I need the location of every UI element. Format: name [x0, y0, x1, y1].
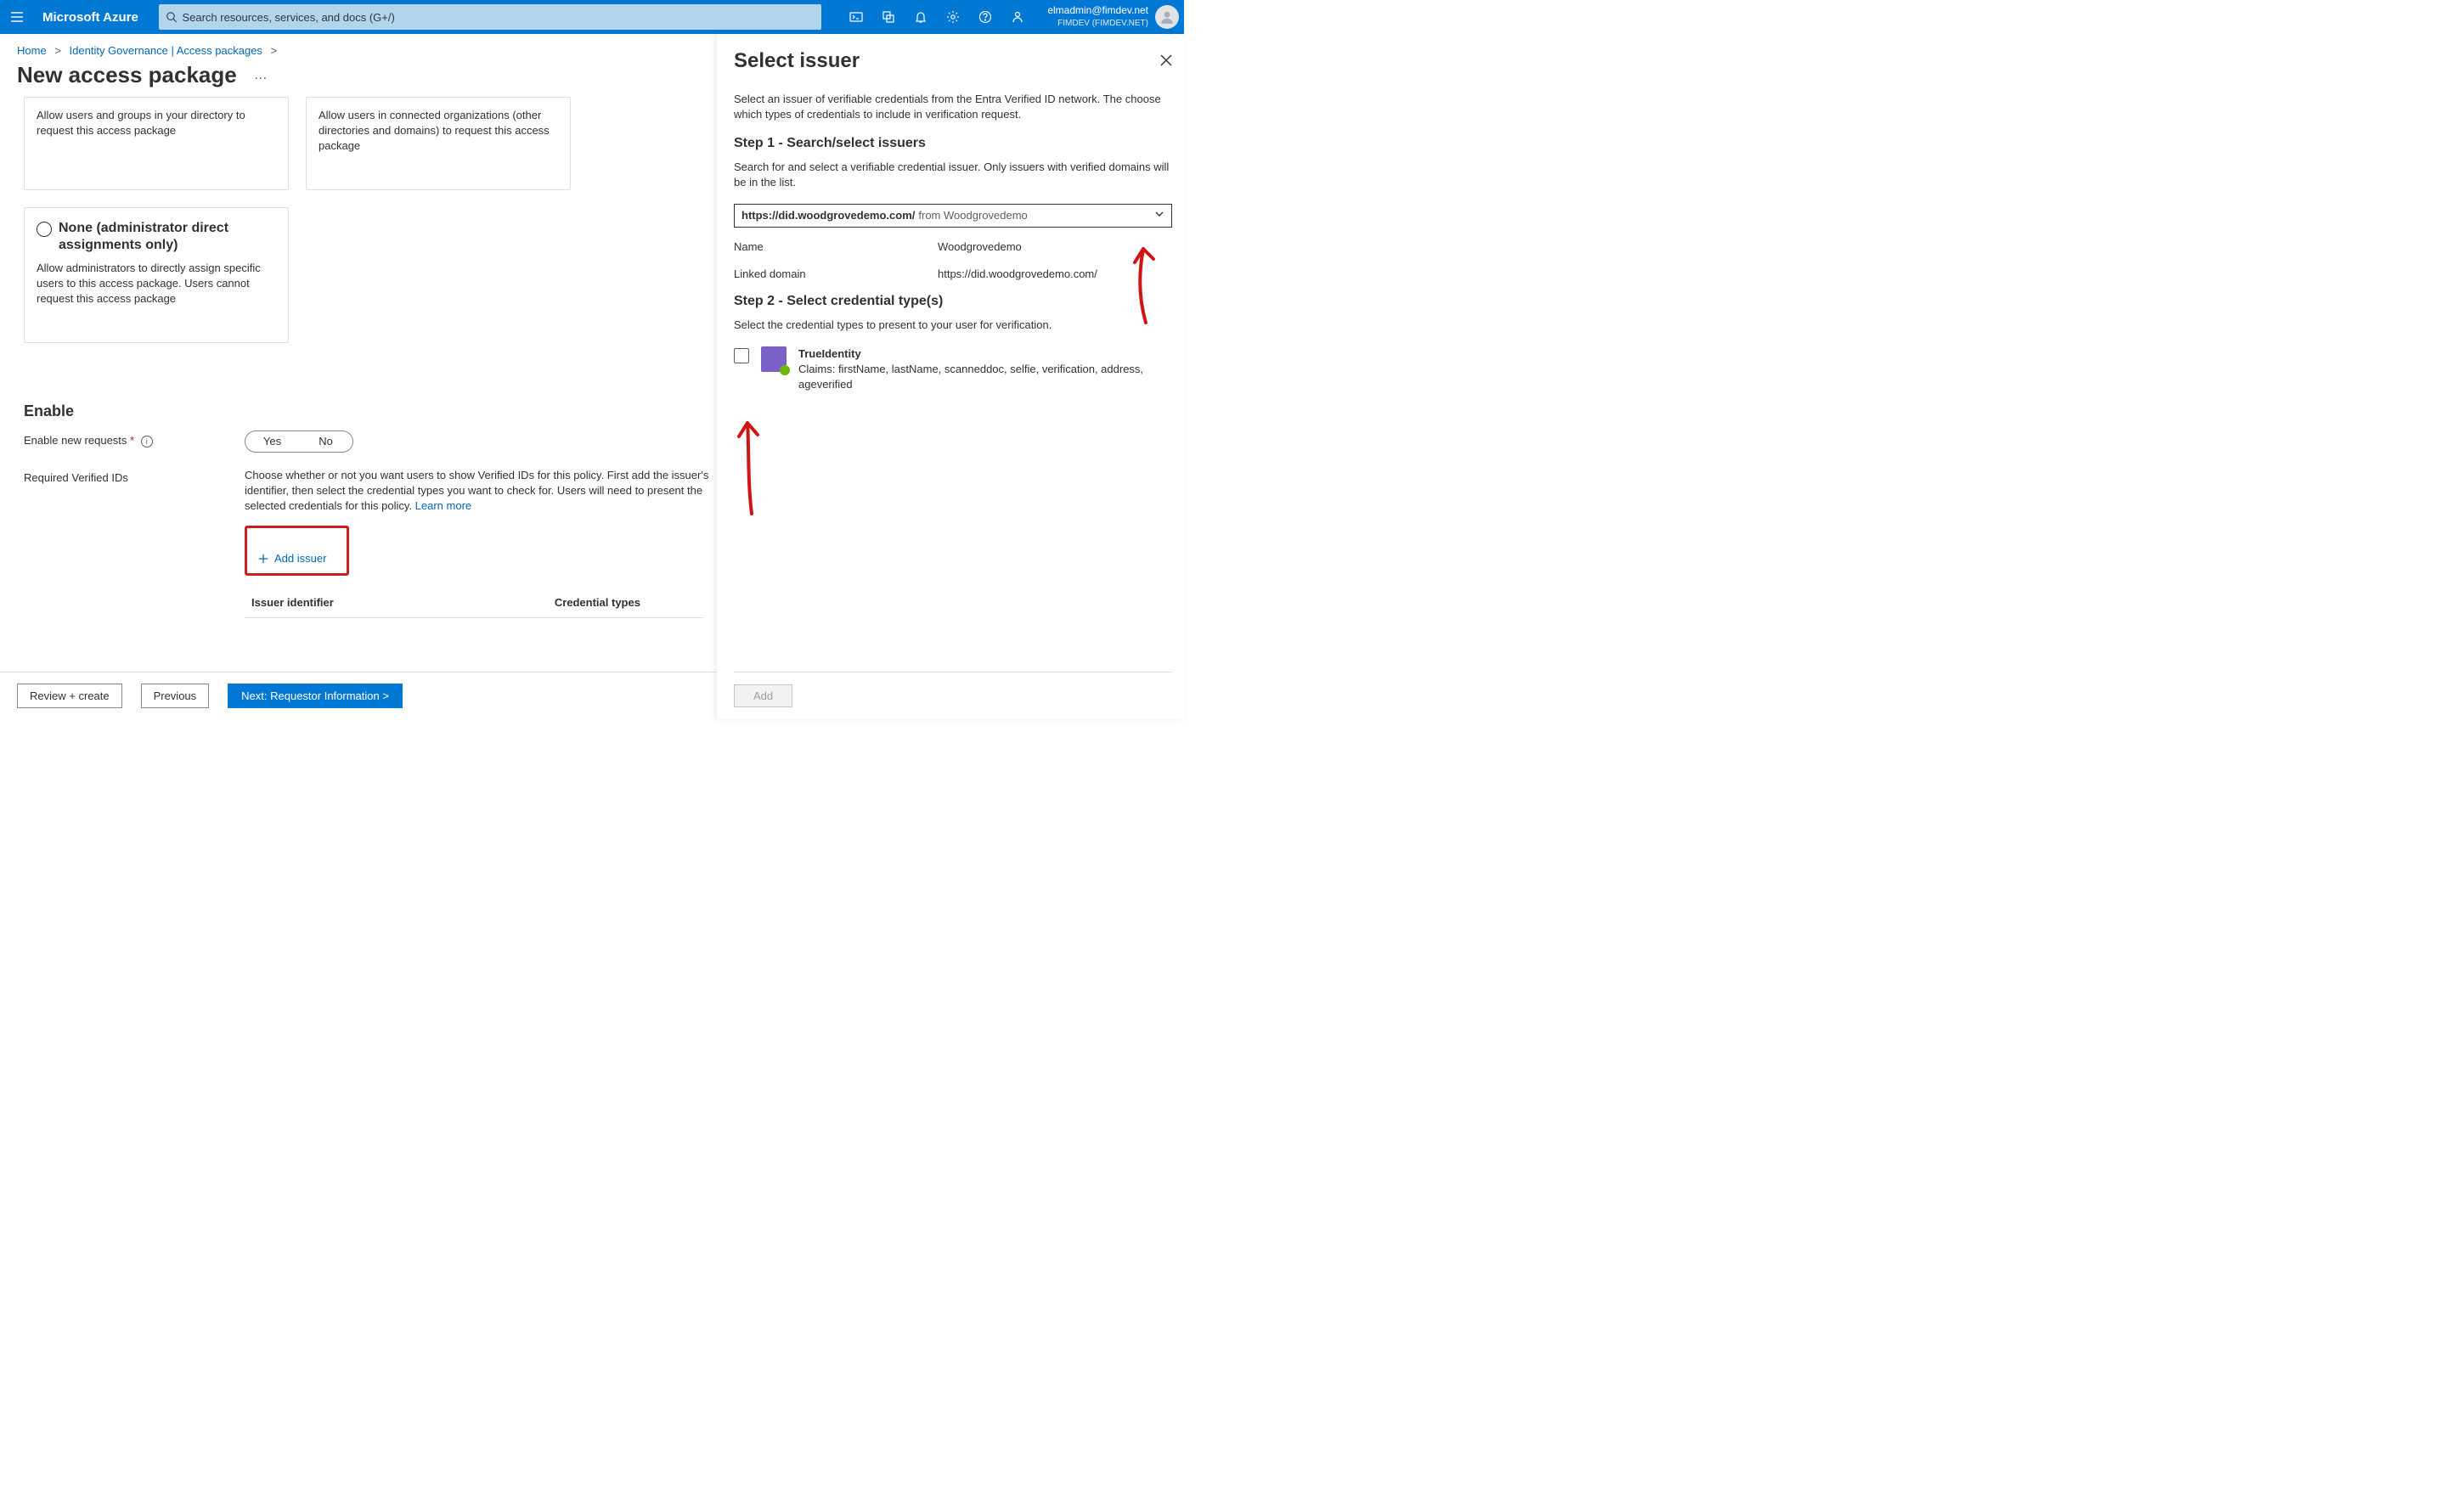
verified-ids-description: Choose whether or not you want users to … [245, 469, 708, 512]
col-credential-types: Credential types [555, 596, 640, 609]
chevron-right-icon: > [271, 44, 278, 57]
user-account[interactable]: elmadmin@fimdev.net FIMDEV (FIMDEV.NET) [1034, 4, 1184, 30]
highlight-annotation: Add issuer [245, 526, 349, 576]
chevron-down-icon [1154, 208, 1164, 223]
brand-label: Microsoft Azure [34, 10, 155, 25]
panel-intro: Select an issuer of verifiable credentia… [734, 92, 1172, 122]
toggle-no[interactable]: No [299, 431, 352, 452]
option-title: None (administrator direct assignments o… [59, 220, 276, 254]
panel-title: Select issuer [734, 49, 860, 73]
directory-switch-icon[interactable] [872, 0, 905, 34]
top-bar: Microsoft Azure elmadmin@fimdev.net FIMD… [0, 0, 1184, 34]
select-issuer-panel: Select issuer Select an issuer of verifi… [717, 34, 1184, 719]
card-none-option[interactable]: None (administrator direct assignments o… [24, 207, 289, 343]
close-icon[interactable] [1160, 54, 1172, 69]
linked-domain-label: Linked domain [734, 267, 938, 282]
enable-label: Enable new requests [24, 434, 127, 447]
user-email: elmadmin@fimdev.net [1047, 4, 1148, 17]
review-create-button[interactable]: Review + create [17, 684, 122, 708]
credential-claims: Claims: firstName, lastName, scanneddoc,… [798, 362, 1172, 392]
name-label: Name [734, 239, 938, 255]
card-directory-users[interactable]: Allow users and groups in your directory… [24, 97, 289, 190]
plus-icon [257, 553, 269, 565]
col-issuer-identifier: Issuer identifier [251, 596, 334, 609]
credential-checkbox[interactable] [734, 348, 749, 363]
issuer-table-header: Issuer identifier Credential types [245, 589, 703, 618]
search-input[interactable] [182, 11, 814, 24]
required-asterisk: * [130, 434, 134, 447]
option-description: Allow administrators to directly assign … [37, 261, 276, 307]
settings-icon[interactable] [937, 0, 969, 34]
top-icon-bar [840, 0, 1034, 34]
breadcrumb-home[interactable]: Home [17, 44, 47, 57]
previous-button[interactable]: Previous [141, 684, 210, 708]
toggle-yes[interactable]: Yes [245, 431, 299, 452]
next-button[interactable]: Next: Requestor Information > [228, 684, 403, 708]
search-icon [166, 11, 178, 23]
credential-thumb-icon [761, 346, 787, 372]
breadcrumb-governance[interactable]: Identity Governance | Access packages [70, 44, 262, 57]
global-search[interactable] [159, 4, 821, 30]
combo-selected-value: https://did.woodgrovedemo.com/ [741, 208, 915, 223]
combo-selected-sub: from Woodgrovedemo [918, 208, 1027, 223]
page-title: New access package [17, 62, 237, 88]
avatar-icon [1155, 5, 1179, 29]
step1-description: Search for and select a verifiable crede… [734, 160, 1172, 190]
add-button-disabled: Add [734, 684, 792, 707]
required-verified-ids-label: Required Verified IDs [24, 468, 245, 484]
step2-description: Select the credential types to present t… [734, 318, 1172, 333]
notifications-icon[interactable] [905, 0, 937, 34]
step1-title: Step 1 - Search/select issuers [734, 136, 1172, 151]
learn-more-link[interactable]: Learn more [415, 499, 471, 512]
yes-no-toggle[interactable]: Yes No [245, 431, 353, 453]
tenant-name: FIMDEV (FIMDEV.NET) [1047, 17, 1148, 30]
issuer-combobox[interactable]: https://did.woodgrovedemo.com/ from Wood… [734, 204, 1172, 228]
hamburger-menu-icon[interactable] [0, 10, 34, 24]
linked-domain-value: https://did.woodgrovedemo.com/ [938, 267, 1097, 282]
help-icon[interactable] [969, 0, 1001, 34]
credential-title: TrueIdentity [798, 346, 1172, 362]
name-value: Woodgrovedemo [938, 239, 1022, 255]
radio-unselected-icon[interactable] [37, 222, 52, 237]
add-issuer-label: Add issuer [274, 552, 326, 565]
chevron-right-icon: > [54, 44, 61, 57]
card-connected-orgs[interactable]: Allow users in connected organizations (… [306, 97, 571, 190]
card-text: Allow users and groups in your directory… [37, 109, 245, 137]
info-icon[interactable]: i [141, 436, 153, 447]
cloud-shell-icon[interactable] [840, 0, 872, 34]
credential-type-item: TrueIdentity Claims: firstName, lastName… [734, 346, 1172, 392]
more-actions-icon[interactable]: … [254, 68, 268, 83]
add-issuer-button[interactable]: Add issuer [254, 547, 335, 570]
feedback-icon[interactable] [1001, 0, 1034, 34]
step2-title: Step 2 - Select credential type(s) [734, 294, 1172, 309]
card-text: Allow users in connected organizations (… [319, 109, 550, 152]
